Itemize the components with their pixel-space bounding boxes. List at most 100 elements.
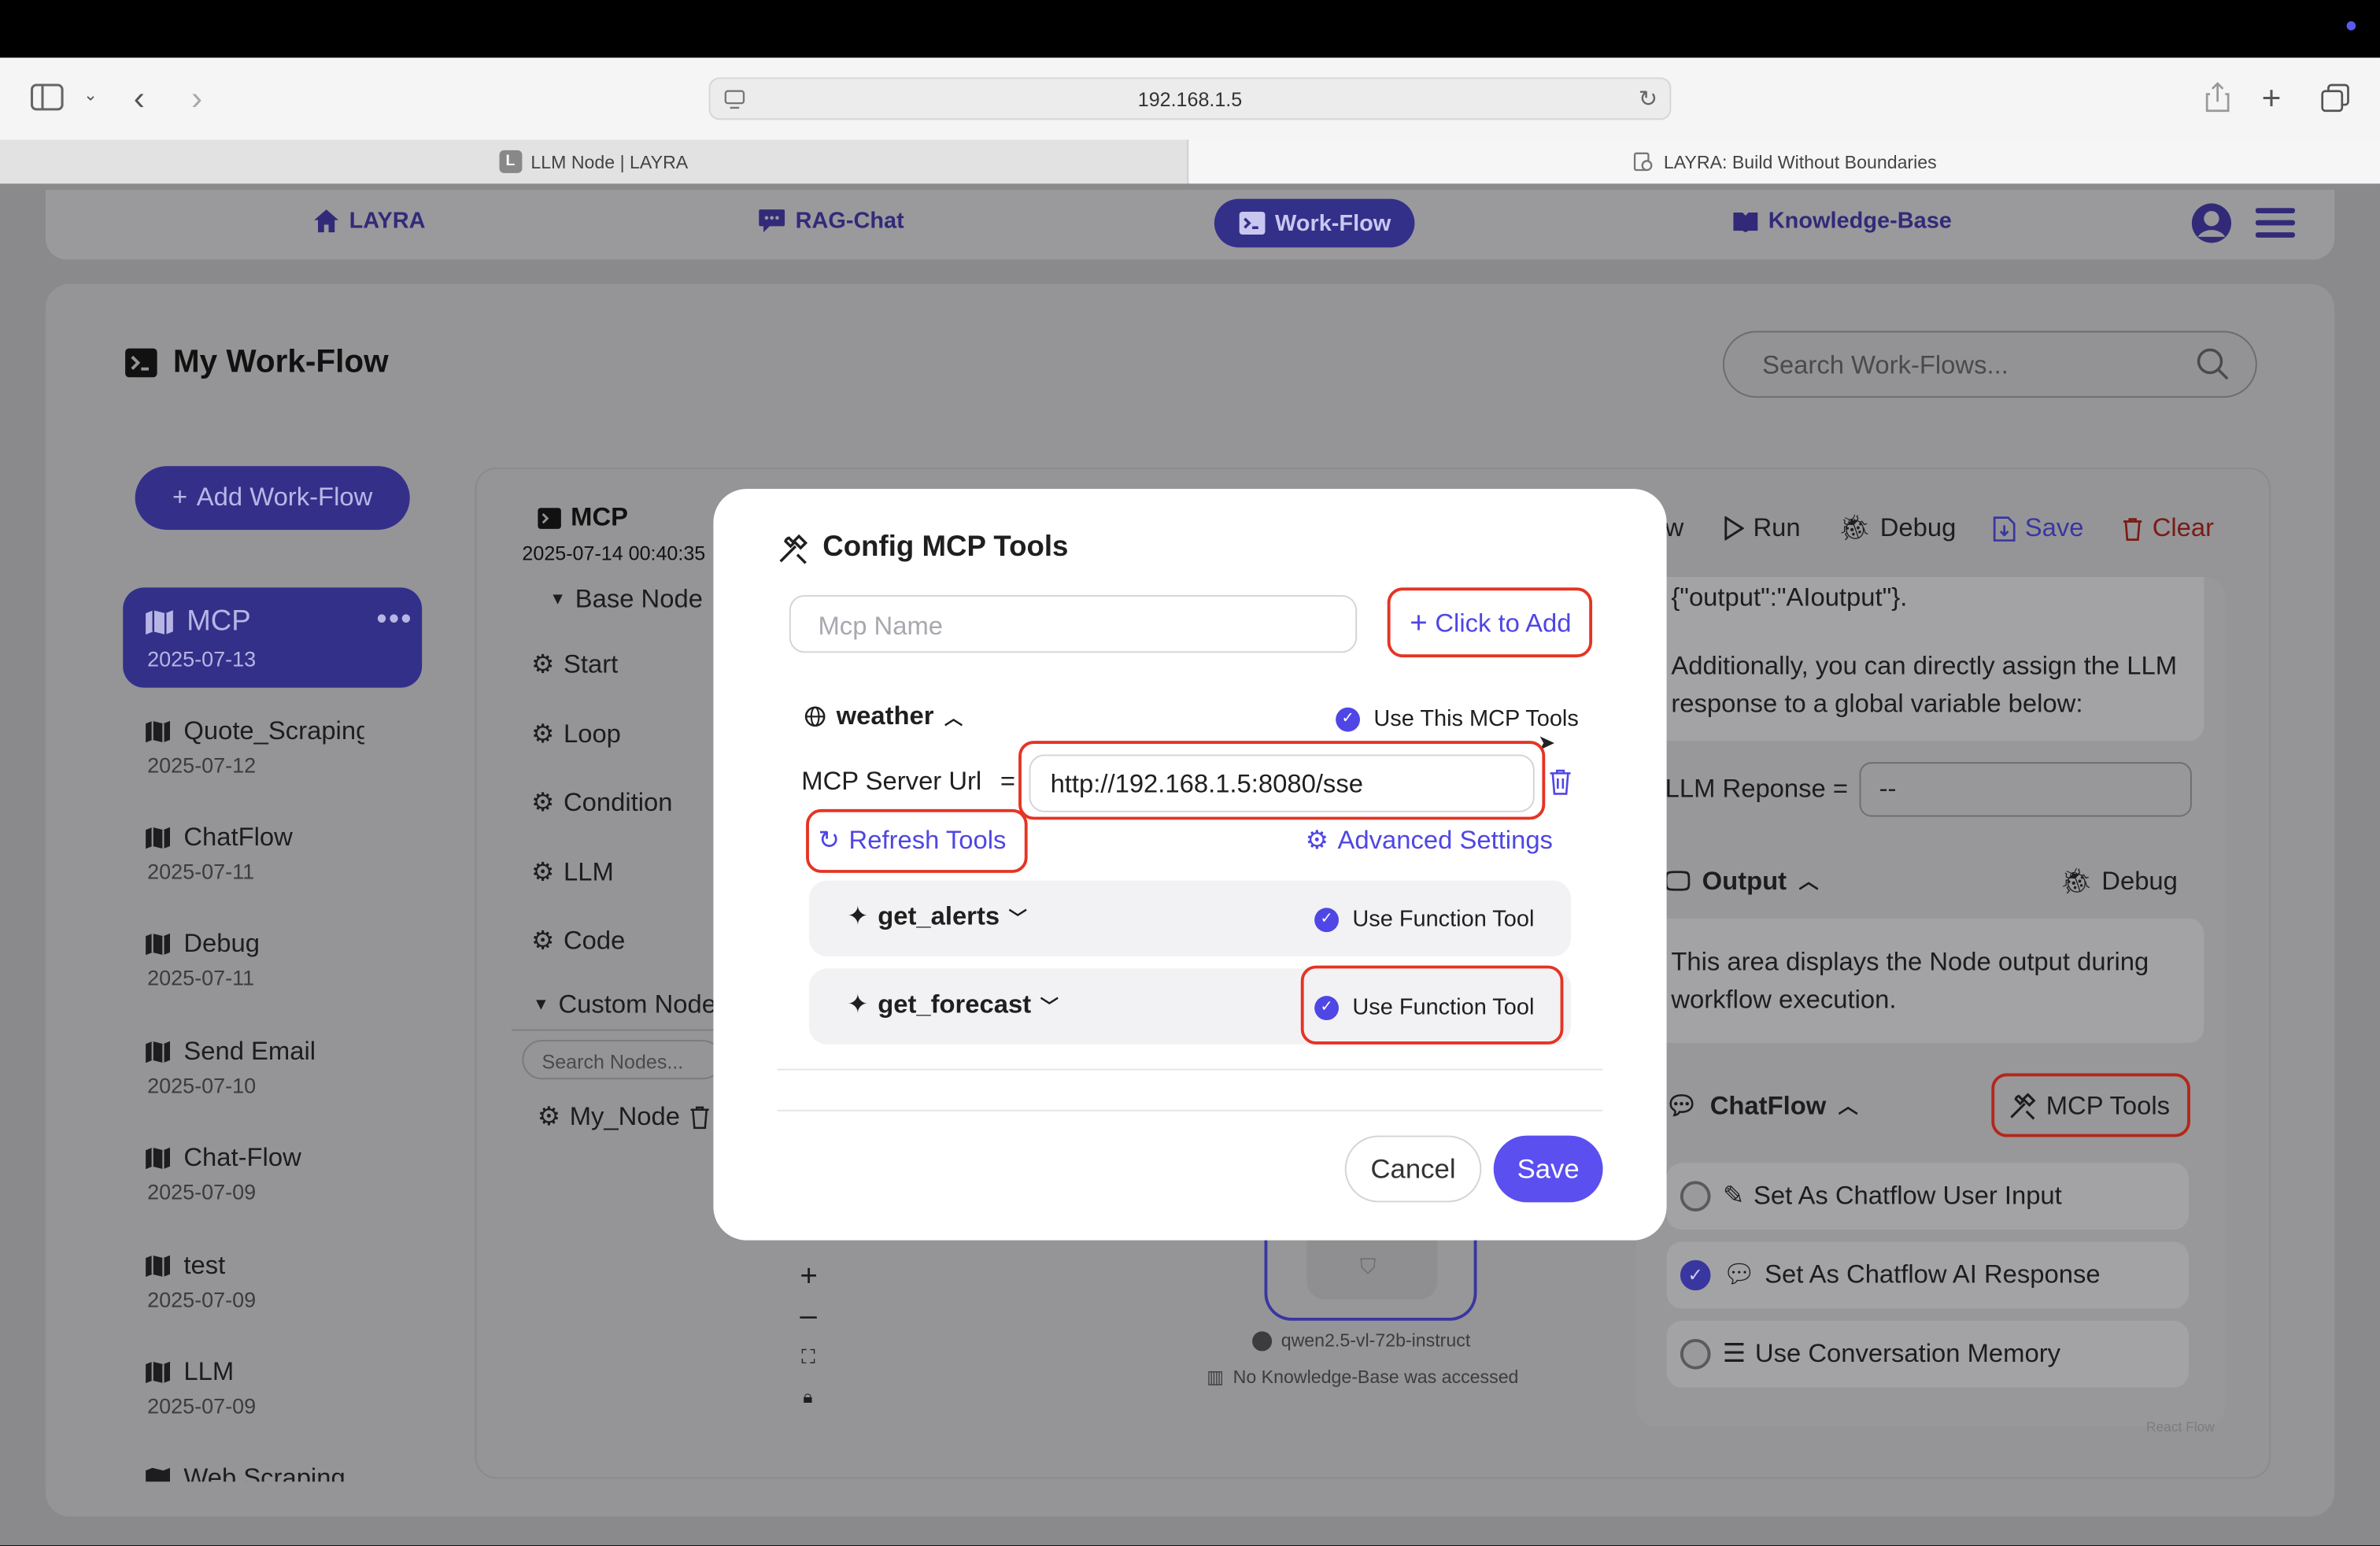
click-to-add-button[interactable]: + Click to Add (1398, 597, 1583, 651)
mcp-name-placeholder: Mcp Name (818, 612, 944, 641)
nav-layra[interactable]: LAYRA (312, 208, 426, 234)
workflow-item[interactable]: LLM 2025-07-09 (144, 1357, 256, 1418)
workflow-item[interactable]: Chat-Flow 2025-07-09 (144, 1143, 301, 1204)
debug-button[interactable]: 🐞︎ Debug (1838, 513, 1956, 544)
nav-work-flow[interactable]: Work-Flow (1214, 198, 1416, 248)
user-avatar-icon[interactable] (2190, 202, 2233, 244)
fit-view-icon[interactable]: ⛶ (801, 1345, 815, 1370)
chevron-up-icon: ︿ (944, 706, 963, 728)
refresh-tools-label: Refresh Tools (848, 826, 1007, 855)
workflow-item[interactable]: Debug 2025-07-11 (144, 929, 260, 989)
node-loop[interactable]: ⚙ Loop (531, 719, 621, 750)
option-label: Set As Chatflow User Input (1753, 1181, 2062, 1211)
sidebar-toggle-icon[interactable] (30, 83, 64, 111)
workflow-item[interactable]: test 2025-07-09 (144, 1251, 256, 1311)
node-llm[interactable]: ⚙ LLM (531, 858, 614, 889)
zoom-out-icon[interactable]: – (800, 1300, 816, 1334)
gear-icon: ⚙ (1305, 826, 1329, 855)
page-title: My Work-Flow (124, 344, 389, 381)
run-label: Run (1753, 512, 1801, 542)
node-label: Condition (563, 787, 673, 817)
mcp-name-input[interactable]: Mcp Name (789, 594, 1358, 653)
trash-icon[interactable] (1548, 768, 1572, 796)
chevron-down-icon[interactable]: ⌄ (83, 85, 98, 105)
chat-bubble-icon: 💬︎ (1665, 1091, 1698, 1121)
menu-icon[interactable] (2255, 206, 2295, 239)
workflow-item[interactable]: Quote_Scraping 2025-07-12 (144, 716, 364, 777)
gear-icon: ⚙ (530, 649, 555, 679)
back-icon[interactable]: ‹ (134, 79, 145, 118)
map-icon (144, 1466, 172, 1482)
chevron-down-icon: ﹀ (1008, 907, 1027, 929)
checkbox[interactable] (1680, 1338, 1711, 1370)
tab-llm-node[interactable]: L LLM Node | LAYRA (0, 139, 1189, 184)
run-button[interactable]: Run (1723, 513, 1801, 544)
check-circle-icon: ✓ (1336, 706, 1360, 731)
output-label: Output (1702, 867, 1787, 896)
advanced-settings-button[interactable]: ⚙ Advanced Settings (1306, 826, 1553, 856)
gear-icon: ⚙ (530, 787, 555, 817)
workflow-date: 2025-07-09 (147, 1179, 257, 1204)
flow-name: MCP (571, 502, 629, 531)
custom-node-item[interactable]: ⚙ My_Node (538, 1102, 711, 1133)
mcp-server-header[interactable]: weather ︿ (804, 701, 963, 732)
forward-icon[interactable]: › (191, 79, 202, 118)
checkbox[interactable] (1680, 1181, 1711, 1211)
search-icon[interactable] (2197, 348, 2230, 381)
node-code[interactable]: ⚙ Code (531, 926, 625, 956)
divider (511, 1029, 724, 1031)
nav-rag-chat[interactable]: RAG-Chat (757, 208, 904, 234)
option-row[interactable]: ☰ Use Conversation Memory (1666, 1320, 2189, 1388)
clear-flow-button[interactable]: Clear (2122, 513, 2214, 544)
status-dot (2346, 20, 2356, 31)
node-start[interactable]: ⚙ Start (531, 649, 618, 680)
workflow-item[interactable]: Web Scraping (144, 1463, 346, 1482)
workflow-search-input[interactable]: Search Work-Flows... (1722, 331, 2257, 398)
workflow-item-selected[interactable]: MCP ••• 2025-07-13 (123, 587, 423, 688)
equals-sign: = (1000, 766, 1016, 796)
workflow-item[interactable]: ChatFlow 2025-07-11 (144, 823, 293, 883)
use-function-toggle[interactable]: ✓ Use Function Tool (1314, 906, 1534, 932)
option-row[interactable]: ✎ Set As Chatflow User Input (1666, 1163, 2189, 1230)
save-flow-button[interactable]: Save (1993, 513, 2083, 544)
page-title-text: My Work-Flow (172, 344, 389, 380)
tab-layra-home[interactable]: LAYRA: Build Without Boundaries (1189, 139, 2380, 184)
search-nodes-input[interactable]: Search Nodes... (522, 1040, 722, 1080)
workflow-name: ChatFlow (183, 823, 293, 852)
share-icon[interactable] (2205, 82, 2230, 113)
custom-node-group[interactable]: ▼ Custom Node (533, 989, 716, 1020)
checkbox-checked[interactable]: ✓ (1680, 1259, 1711, 1291)
workflow-name: Send Email (183, 1037, 316, 1066)
tab-overview-icon[interactable] (2321, 83, 2350, 113)
cancel-button[interactable]: Cancel (1344, 1135, 1482, 1203)
save-button[interactable]: Save (1493, 1135, 1603, 1203)
reload-icon[interactable]: ↻ (1639, 85, 1658, 113)
node-condition[interactable]: ⚙ Condition (531, 788, 673, 819)
advanced-settings-label: Advanced Settings (1337, 826, 1553, 855)
zoom-in-icon[interactable]: + (800, 1260, 818, 1295)
refresh-tools-button[interactable]: ↻ Refresh Tools (818, 826, 1006, 856)
trash-icon (2122, 516, 2143, 542)
check-circle-icon: ✓ (1314, 907, 1339, 932)
mcp-tools-button[interactable]: MCP Tools (2008, 1087, 2170, 1125)
new-tab-icon[interactable]: + (2262, 79, 2282, 118)
use-mcp-toggle[interactable]: ✓ Use This MCP Tools (1336, 706, 1579, 732)
nav-knowledge-base[interactable]: Knowledge-Base (1731, 208, 1952, 234)
tool-row[interactable]: ✦ get_alerts ﹀ ✓ Use Function Tool (808, 880, 1572, 956)
chatflow-section-header[interactable]: 💬︎ ChatFlow ︿ (1665, 1087, 1858, 1125)
server-url-input[interactable]: http://192.168.1.5:8080/sse (1029, 754, 1535, 812)
output-debug-button[interactable]: 🐞︎ Debug (2060, 862, 2178, 900)
lock-icon[interactable]: 🔒︎ (803, 1386, 812, 1409)
address-bar[interactable]: 192.168.1.5 ↻ (708, 77, 1672, 120)
more-options-icon[interactable]: ••• (376, 603, 412, 638)
workflow-date: 2025-07-10 (147, 1073, 257, 1098)
base-node-group[interactable]: ▼ Base Node (549, 584, 703, 615)
output-section-header[interactable]: 🖵︎ Output ︿ (1665, 862, 1819, 900)
add-workflow-button[interactable]: + Add Work-Flow (135, 466, 410, 531)
llm-response-input[interactable]: -- (1859, 762, 2192, 817)
group-label: Custom Node (558, 989, 716, 1019)
llm-canvas-node[interactable]: ⛉ (1264, 1232, 1477, 1321)
trash-icon[interactable] (689, 1105, 711, 1130)
workflow-item[interactable]: Send Email 2025-07-10 (144, 1037, 316, 1097)
option-row[interactable]: ✓ 💬︎ Set As Chatflow AI Response (1666, 1241, 2189, 1309)
